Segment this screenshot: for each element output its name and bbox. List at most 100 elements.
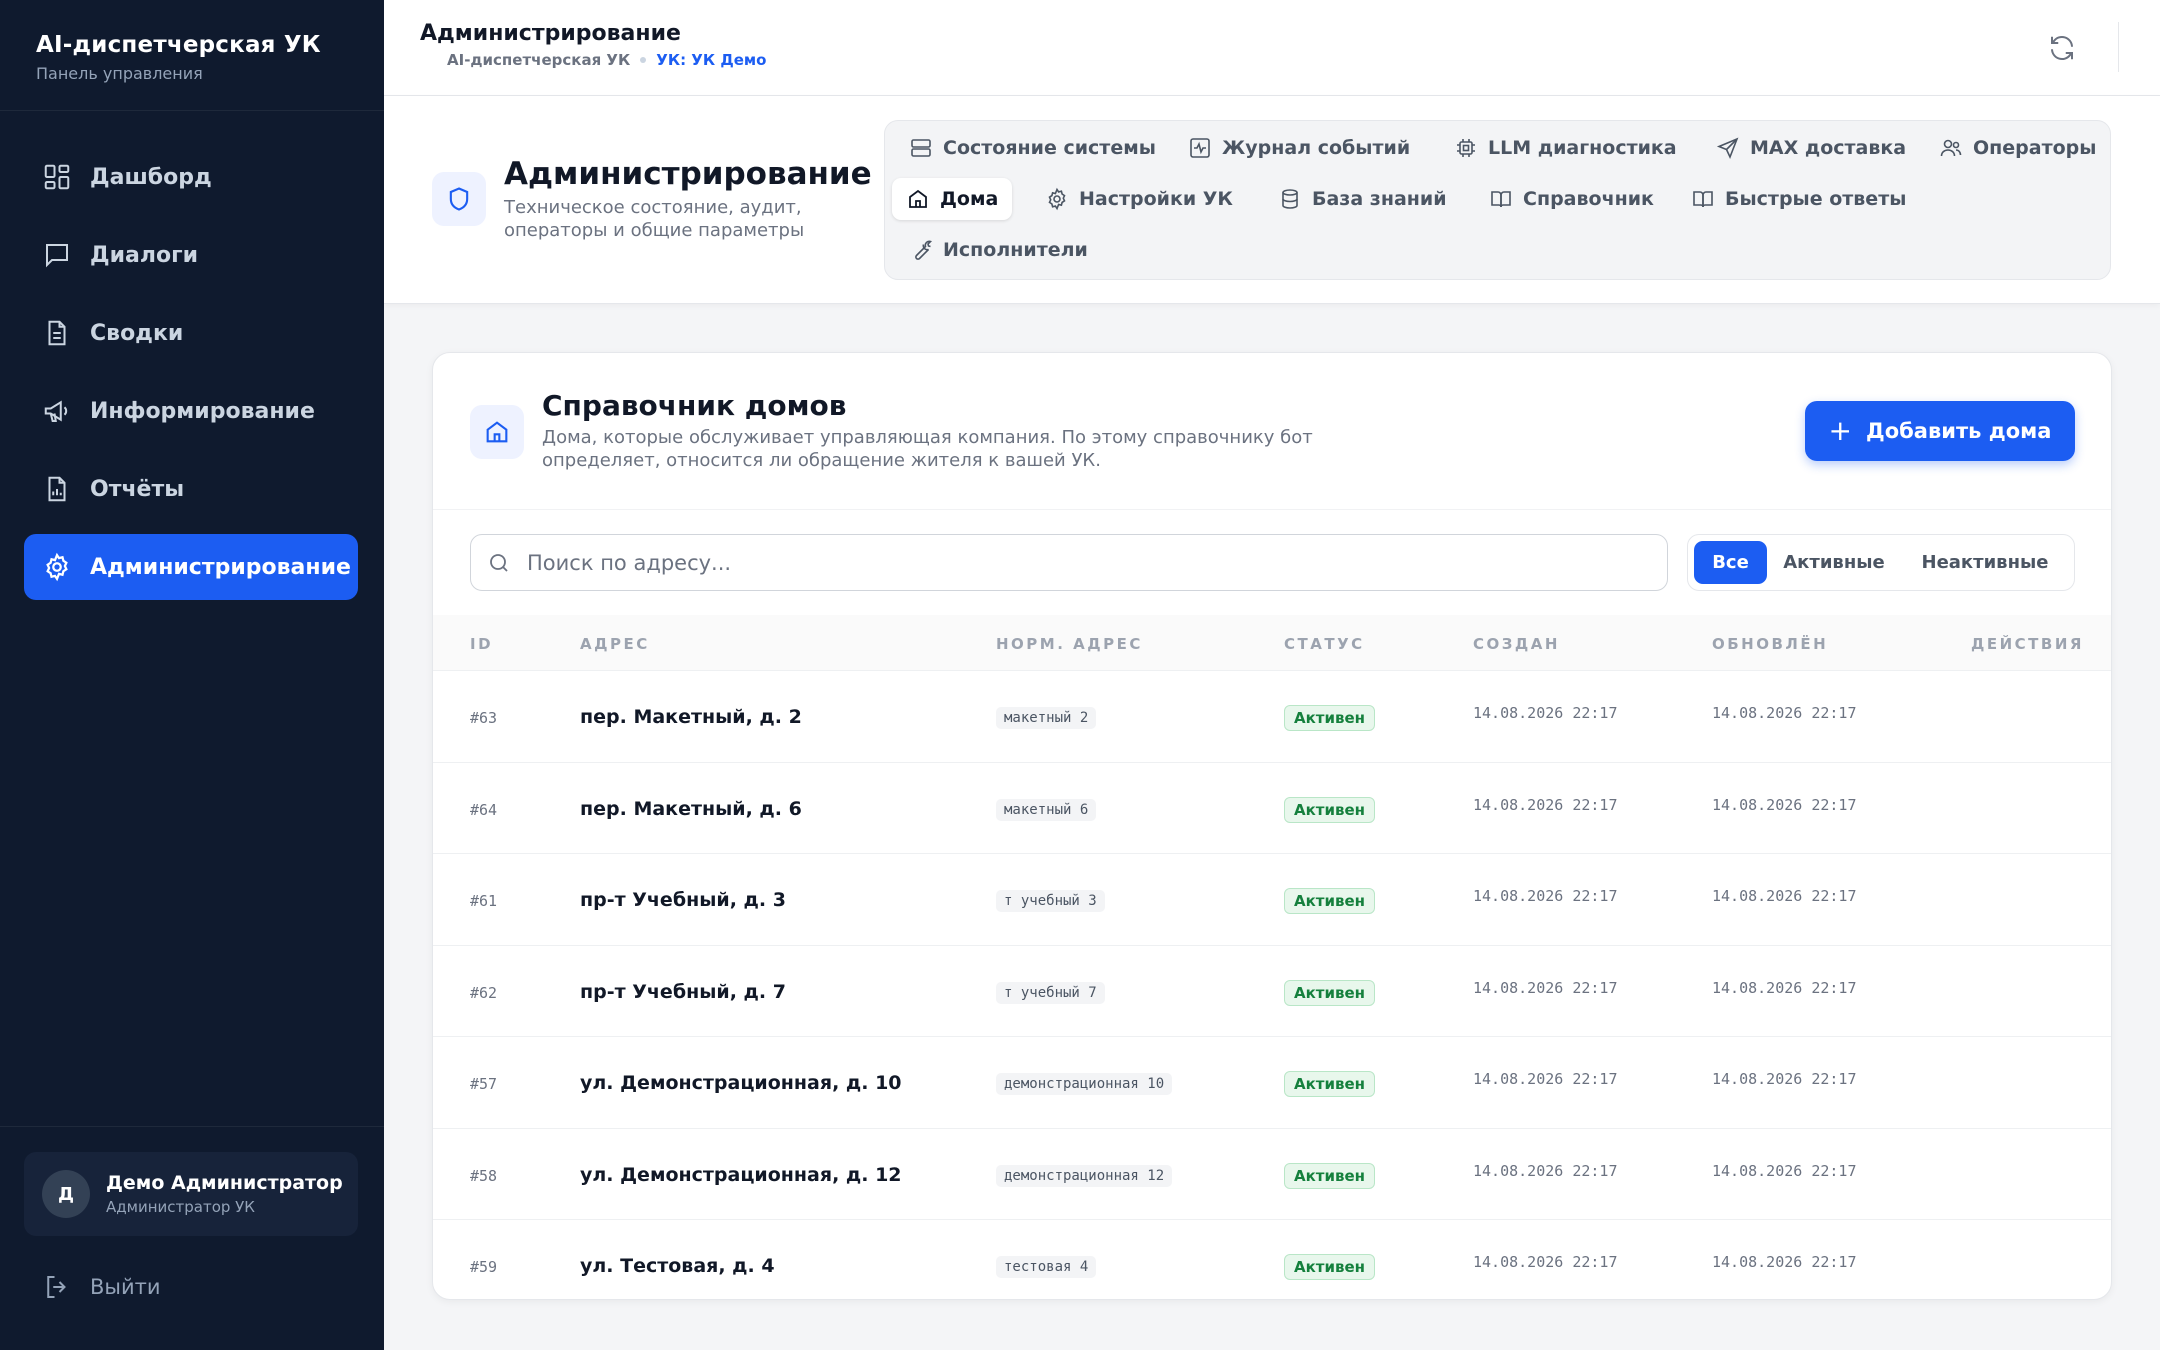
sidebar-item-dashboard[interactable]: Дашборд <box>24 144 358 210</box>
add-houses-button[interactable]: + Добавить дома <box>1805 401 2075 461</box>
table-body: #63 пер. Макетный, д. 2 макетный 2 Актив… <box>433 671 2111 1299</box>
gear-icon <box>1048 187 1066 211</box>
tab-system-status[interactable]: Состояние системы <box>895 127 1170 169</box>
row-address: пр-т Учебный, д. 3 <box>580 889 786 911</box>
sidebar-item-label: Администрирование <box>90 554 351 580</box>
column-header-status: СТАТУС <box>1284 635 1365 653</box>
tab-operators[interactable]: Операторы <box>1925 127 2110 169</box>
add-houses-label: Добавить дома <box>1866 419 2052 443</box>
send-icon <box>1716 137 1739 160</box>
row-id: #64 <box>470 800 498 819</box>
report-icon <box>48 476 66 502</box>
tab-max-delivery[interactable]: MAX доставка <box>1702 127 1920 169</box>
users-icon <box>1940 139 1962 157</box>
cpu-icon <box>1457 139 1475 157</box>
logout-icon <box>47 1276 66 1298</box>
sidebar-item-reports[interactable]: Отчёты <box>24 456 358 522</box>
tab-label: Настройки УК <box>1079 188 1233 210</box>
divider <box>2118 22 2119 72</box>
table-row[interactable]: #64 пер. Макетный, д. 6 макетный 6 Актив… <box>433 763 2111 854</box>
divider <box>433 509 2111 510</box>
tab-label: Журнал событий <box>1222 137 1411 159</box>
card-icon <box>470 405 524 459</box>
tab-knowledge-base[interactable]: База знаний <box>1264 178 1461 220</box>
table-row[interactable]: #57 ул. Демонстрационная, д. 10 демонстр… <box>433 1037 2111 1129</box>
filter-active[interactable]: Активные <box>1773 541 1895 584</box>
row-updated: 14.08.2026 22:17 <box>1712 887 1857 905</box>
row-created: 14.08.2026 22:17 <box>1473 795 1618 814</box>
chat-icon <box>46 244 68 268</box>
breadcrumb-separator <box>640 57 647 63</box>
card-title: Справочник домов <box>542 389 847 422</box>
row-id: #57 <box>470 1075 498 1093</box>
status-badge: Активен <box>1284 1162 1376 1189</box>
row-normalized-address: т учебный 7 <box>996 981 1105 1004</box>
row-id: #58 <box>470 1166 498 1185</box>
tab-settings[interactable]: Настройки УК <box>1031 178 1247 220</box>
table-row[interactable]: #58 ул. Демонстрационная, д. 12 демонстр… <box>433 1129 2111 1220</box>
server-icon <box>911 139 931 157</box>
megaphone-icon <box>44 400 68 422</box>
tab-label: Операторы <box>1973 137 2097 159</box>
breadcrumb-org[interactable]: УК: УК Демо <box>656 51 766 69</box>
tab-houses[interactable]: Дома <box>892 178 1013 220</box>
user-card[interactable]: Д Демо Администратор Администратор УК <box>24 1152 358 1236</box>
row-address: ул. Демонстрационная, д. 10 <box>580 1072 902 1094</box>
sidebar-nav: Дашборд Диалоги Сводки Информирование От… <box>24 144 358 612</box>
sidebar-item-label: Сводки <box>90 320 184 346</box>
tab-directory[interactable]: Справочник <box>1475 178 1668 220</box>
status-badge: Активен <box>1284 1254 1376 1280</box>
column-header-id: ID <box>470 635 494 653</box>
row-normalized-address: демонстрационная 10 <box>996 1073 1173 1095</box>
status-filter: Все Активные Неактивные <box>1687 534 2075 591</box>
table-row[interactable]: #63 пер. Макетный, д. 2 макетный 2 Актив… <box>433 671 2111 763</box>
row-address: пер. Макетный, д. 2 <box>580 706 802 728</box>
search-box <box>470 534 1668 591</box>
admin-tabs: Состояние системы Журнал событий LLM диа… <box>884 120 2111 280</box>
home-icon <box>909 189 927 208</box>
row-created: 14.08.2026 22:17 <box>1473 887 1618 905</box>
tab-llm-diagnostics[interactable]: LLM диагностика <box>1440 127 1691 169</box>
page-title: Администрирование <box>504 156 872 192</box>
book-icon <box>1693 191 1713 208</box>
logout-button[interactable]: Выйти <box>42 1272 161 1302</box>
tab-quick-replies[interactable]: Быстрые ответы <box>1677 178 1920 220</box>
tab-label: Исполнители <box>943 239 1088 261</box>
activity-icon <box>1190 138 1210 158</box>
tab-executors[interactable]: Исполнители <box>895 229 1102 271</box>
brand: AI-диспетчерская УК Панель управления <box>36 32 321 83</box>
tab-label: Быстрые ответы <box>1725 188 1907 210</box>
header-title: Администрирование <box>420 21 681 46</box>
tab-event-log[interactable]: Журнал событий <box>1174 127 1424 169</box>
row-id: #63 <box>470 709 498 727</box>
row-id: #62 <box>470 983 498 1002</box>
row-id: #59 <box>470 1258 498 1276</box>
column-header-created: СОЗДАН <box>1473 635 1560 653</box>
filter-all[interactable]: Все <box>1694 541 1767 584</box>
row-address: ул. Демонстрационная, д. 12 <box>580 1163 902 1186</box>
filter-inactive[interactable]: Неактивные <box>1900 541 2070 584</box>
logout-label: Выйти <box>90 1275 161 1299</box>
sidebar-item-label: Информирование <box>90 398 315 424</box>
column-header-actions: ДЕЙСТВИЯ <box>1971 635 2084 653</box>
refresh-button[interactable] <box>2042 28 2082 68</box>
search-input[interactable] <box>527 550 1667 575</box>
book-icon <box>1491 191 1511 208</box>
row-updated: 14.08.2026 22:17 <box>1712 795 1857 814</box>
row-normalized-address: т учебный 3 <box>996 890 1105 912</box>
table-row[interactable]: #62 пр-т Учебный, д. 7 т учебный 7 Актив… <box>433 946 2111 1037</box>
divider <box>0 110 384 111</box>
sidebar-item-summaries[interactable]: Сводки <box>24 300 358 366</box>
sidebar-item-administration[interactable]: Администрирование <box>24 534 358 600</box>
column-header-address: АДРЕС <box>580 635 650 653</box>
breadcrumb-app: AI-диспетчерская УК <box>447 51 631 69</box>
gear-icon <box>46 552 68 582</box>
tab-label: MAX доставка <box>1750 137 1907 159</box>
row-normalized-address: демонстрационная 12 <box>996 1164 1173 1187</box>
sidebar-item-informing[interactable]: Информирование <box>24 378 358 444</box>
dashboard-icon <box>44 164 70 190</box>
table-row[interactable]: #59 ул. Тестовая, д. 4 тестовая 4 Активе… <box>433 1220 2111 1299</box>
table-row[interactable]: #61 пр-т Учебный, д. 3 т учебный 3 Актив… <box>433 854 2111 946</box>
row-created: 14.08.2026 22:17 <box>1473 1161 1618 1180</box>
sidebar-item-dialogs[interactable]: Диалоги <box>24 222 358 288</box>
